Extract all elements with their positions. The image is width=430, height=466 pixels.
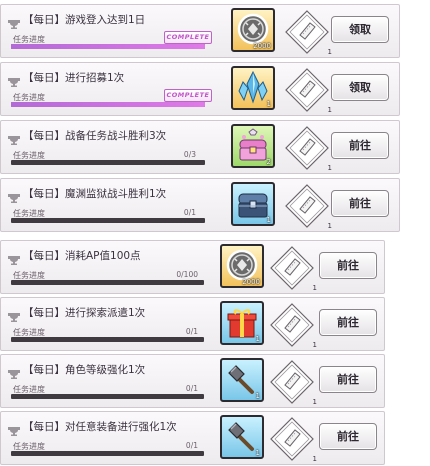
progress-count: 0/3 — [183, 150, 196, 159]
progress-bar — [11, 337, 204, 342]
trophy-icon — [8, 250, 20, 265]
reward-quantity: 1 — [255, 335, 260, 343]
reward-quantity: 1 — [255, 449, 260, 457]
task-title: 【每日】消耗AP值100点 — [23, 250, 141, 262]
trophy-icon — [8, 130, 20, 145]
task-title: 【每日】战备任务战斗胜利3次 — [23, 130, 167, 142]
task-row: 【每日】对任意装备进行强化1次 任务进度 0/1 1 1 前往 — [0, 411, 385, 465]
task-title: 【每日】进行探索派遣1次 — [23, 307, 146, 319]
ticket-quantity: 1 — [327, 164, 332, 172]
ticket-icon[interactable]: 1 — [284, 67, 332, 114]
progress-bar-fill — [11, 44, 205, 49]
progress-bar — [11, 160, 205, 165]
claim-button[interactable]: 领取 — [331, 74, 389, 101]
complete-badge: COMPLETE — [164, 89, 212, 102]
task-row: 【每日】战备任务战斗胜利3次 任务进度 0/3 2 1 前往 — [0, 120, 400, 174]
reward-item-hammer[interactable]: 1 — [220, 358, 264, 402]
task-row: 【每日】消耗AP值100点 任务进度 0/100 2000 1 前往 — [0, 240, 385, 294]
reward-item-hammer[interactable]: 1 — [220, 415, 264, 459]
progress-count: 0/1 — [185, 327, 198, 336]
reward-item-crystal[interactable]: 1 — [231, 66, 275, 110]
task-row: 【每日】角色等级强化1次 任务进度 0/1 1 1 前往 — [0, 354, 385, 408]
trophy-icon — [8, 72, 20, 87]
progress-bar-fill — [11, 102, 205, 107]
reward-item-chest-pink[interactable]: 2 — [231, 124, 275, 168]
progress-count: 0/1 — [185, 384, 198, 393]
progress-bar — [11, 280, 204, 285]
reward-item-coin[interactable]: 2000 — [220, 244, 264, 288]
reward-item-gift[interactable]: 1 — [220, 301, 264, 345]
progress-bar — [11, 102, 205, 107]
progress-bar — [11, 218, 205, 223]
ticket-quantity: 1 — [327, 48, 332, 56]
reward-quantity: 1 — [266, 100, 271, 108]
task-title: 【每日】对任意装备进行强化1次 — [23, 421, 177, 433]
go-button[interactable]: 前往 — [319, 309, 377, 336]
progress-bar — [11, 44, 205, 49]
complete-badge: COMPLETE — [164, 31, 212, 44]
trophy-icon — [8, 188, 20, 203]
ticket-quantity: 1 — [327, 106, 332, 114]
progress-count: 0/100 — [176, 270, 198, 279]
task-row: 【每日】进行探索派遣1次 任务进度 0/1 1 1 前往 — [0, 297, 385, 351]
task-title: 【每日】魔渊监狱战斗胜利1次 — [23, 188, 167, 200]
task-row: 【每日】进行招募1次 任务进度 COMPLETE 1 1 领取 — [0, 62, 400, 116]
go-button[interactable]: 前往 — [319, 252, 377, 279]
task-title: 【每日】角色等级强化1次 — [23, 364, 146, 376]
ticket-icon[interactable]: 1 — [269, 416, 317, 463]
ticket-icon[interactable]: 1 — [284, 9, 332, 56]
reward-quantity: 2000 — [242, 278, 260, 286]
trophy-icon — [8, 364, 20, 379]
trophy-icon — [8, 14, 20, 29]
reward-quantity: 1 — [266, 216, 271, 224]
ticket-quantity: 1 — [327, 222, 332, 230]
ticket-quantity: 1 — [312, 284, 317, 292]
go-button[interactable]: 前往 — [331, 190, 389, 217]
trophy-icon — [8, 421, 20, 436]
task-row: 【每日】游戏登入达到1日 任务进度 COMPLETE 2000 1 领取 — [0, 4, 400, 58]
progress-count: 0/1 — [183, 208, 196, 217]
reward-item-chest-blue[interactable]: 1 — [231, 182, 275, 226]
ticket-icon[interactable]: 1 — [269, 359, 317, 406]
ticket-icon[interactable]: 1 — [284, 125, 332, 172]
trophy-icon — [8, 307, 20, 322]
task-title: 【每日】进行招募1次 — [23, 72, 125, 84]
progress-bar — [11, 451, 204, 456]
reward-item-coin[interactable]: 2000 — [231, 8, 275, 52]
ticket-icon[interactable]: 1 — [269, 302, 317, 349]
ticket-quantity: 1 — [312, 398, 317, 406]
ticket-quantity: 1 — [312, 455, 317, 463]
task-row: 【每日】魔渊监狱战斗胜利1次 任务进度 0/1 1 1 前往 — [0, 178, 400, 232]
progress-bar — [11, 394, 204, 399]
claim-button[interactable]: 领取 — [331, 16, 389, 43]
reward-quantity: 2000 — [253, 42, 271, 50]
task-title: 【每日】游戏登入达到1日 — [23, 14, 146, 26]
ticket-icon[interactable]: 1 — [269, 245, 317, 292]
ticket-quantity: 1 — [312, 341, 317, 349]
go-button[interactable]: 前往 — [319, 423, 377, 450]
progress-count: 0/1 — [185, 441, 198, 450]
reward-quantity: 1 — [255, 392, 260, 400]
go-button[interactable]: 前往 — [319, 366, 377, 393]
ticket-icon[interactable]: 1 — [284, 183, 332, 230]
go-button[interactable]: 前往 — [331, 132, 389, 159]
reward-quantity: 2 — [266, 158, 271, 166]
